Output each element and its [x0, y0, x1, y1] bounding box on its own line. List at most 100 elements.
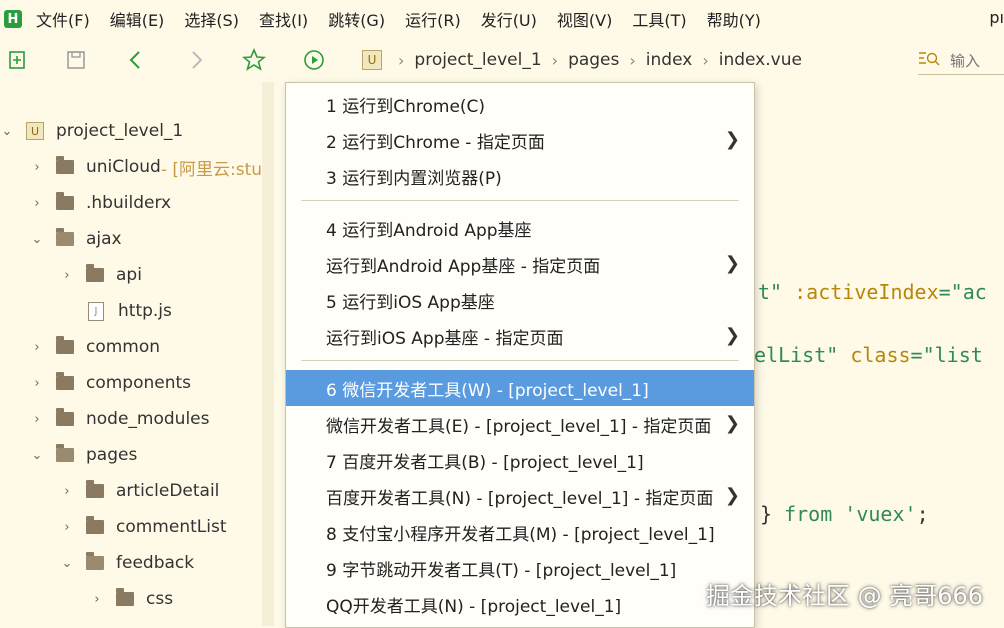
menu-item-alipay-devtools[interactable]: 8 支付宝小程序开发者工具(M) - [project_level_1] — [286, 514, 754, 550]
code-token: ="ac — [938, 280, 987, 304]
code-line: t" :activeIndex="ac — [758, 280, 987, 304]
menu-item-label: 8 支付宝小程序开发者工具(M) - [project_level_1] — [326, 524, 715, 545]
folder-icon — [56, 336, 74, 354]
tree-item-project[interactable]: ⌄ U project_level_1 — [0, 114, 262, 148]
folder-open-icon — [56, 228, 74, 246]
folder-icon — [116, 588, 134, 606]
tree-item-unicloud[interactable]: › uniCloud - [阿里云:stu — [0, 150, 292, 184]
menu-help[interactable]: 帮助(Y) — [707, 7, 761, 31]
menu-item-baidu-devtools-page[interactable]: 百度开发者工具(N) - [project_level_1] - 指定页面 ❯ — [286, 478, 754, 514]
menu-item-label: 运行到Android App基座 - 指定页面 — [326, 256, 601, 277]
project-icon: U — [26, 122, 44, 140]
app-logo-icon: H — [4, 10, 22, 28]
tree-item-ajax[interactable]: ⌄ ajax — [0, 222, 292, 256]
menu-item-qq-devtools[interactable]: QQ开发者工具(N) - [project_level_1] — [286, 586, 754, 622]
code-token: } — [760, 502, 785, 526]
menu-view[interactable]: 视图(V) — [557, 7, 612, 31]
menu-item-run-ios-page[interactable]: 运行到iOS App基座 - 指定页面 ❯ — [286, 318, 754, 354]
folder-icon — [56, 408, 74, 426]
sidebar-scrollbar[interactable] — [262, 82, 274, 626]
menu-item-wechat-devtools[interactable]: 6 微信开发者工具(W) - [project_level_1] — [286, 370, 754, 406]
tree-item-label: commentList — [116, 517, 227, 537]
menu-edit[interactable]: 编辑(E) — [110, 7, 165, 31]
menu-item-run-ios[interactable]: 5 运行到iOS App基座 — [286, 282, 754, 318]
menu-item-label: 7 百度开发者工具(B) - [project_level_1] — [326, 452, 644, 473]
chevron-right-icon[interactable]: › — [60, 484, 74, 499]
menu-item-run-chrome[interactable]: 1 运行到Chrome(C) — [286, 86, 754, 122]
chevron-right-icon[interactable]: › — [30, 196, 44, 211]
menu-run[interactable]: 运行(R) — [405, 7, 461, 31]
tree-item-pages[interactable]: ⌄ pages — [0, 438, 292, 472]
menu-item-label: 5 运行到iOS App基座 — [326, 292, 495, 313]
search-input[interactable] — [948, 51, 1002, 71]
chevron-right-icon: › — [398, 50, 405, 70]
chevron-down-icon[interactable]: ⌄ — [60, 556, 74, 571]
chevron-right-icon[interactable]: › — [60, 268, 74, 283]
run-icon[interactable] — [302, 48, 326, 72]
menu-item-wechat-devtools-page[interactable]: 微信开发者工具(E) - [project_level_1] - 指定页面 ❯ — [286, 406, 754, 442]
tree-item-common[interactable]: › common — [0, 330, 292, 364]
new-file-icon[interactable] — [6, 48, 30, 72]
chevron-right-icon[interactable]: › — [30, 412, 44, 427]
breadcrumb-pages[interactable]: pages — [568, 50, 619, 70]
chevron-down-icon[interactable]: ⌄ — [30, 232, 44, 247]
chevron-right-icon: › — [702, 50, 709, 70]
chevron-right-icon[interactable]: › — [30, 340, 44, 355]
menu-publish[interactable]: 发行(U) — [481, 7, 537, 31]
folder-open-icon — [56, 444, 74, 462]
code-token: ="list — [910, 343, 983, 367]
code-token: t" — [758, 280, 783, 304]
menu-item-baidu-devtools[interactable]: 7 百度开发者工具(B) - [project_level_1] — [286, 442, 754, 478]
js-file-icon: J — [88, 301, 104, 321]
menu-item-label: QQ开发者工具(N) - [project_level_1] — [326, 596, 622, 617]
breadcrumb-index[interactable]: index — [646, 50, 693, 70]
menu-item-run-android[interactable]: 4 运行到Android App基座 — [286, 210, 754, 246]
tree-item-label: node_modules — [86, 409, 210, 429]
breadcrumb-file[interactable]: index.vue — [719, 50, 802, 70]
star-icon[interactable] — [242, 48, 266, 72]
menu-item-run-chrome-page[interactable]: 2 运行到Chrome - 指定页面 ❯ — [286, 122, 754, 158]
chevron-right-icon[interactable]: › — [90, 592, 104, 607]
menu-item-run-builtin-browser[interactable]: 3 运行到内置浏览器(P) — [286, 158, 754, 194]
menu-item-bytedance-devtools[interactable]: 9 字节跳动开发者工具(T) - [project_level_1] — [286, 550, 754, 586]
chevron-right-icon[interactable]: › — [30, 376, 44, 391]
submenu-arrow-icon: ❯ — [724, 129, 740, 150]
tree-item-hbuilderx[interactable]: › .hbuilderx — [0, 186, 292, 220]
menu-find[interactable]: 查找(I) — [259, 7, 308, 31]
code-line: elList" class="list — [754, 343, 983, 367]
chevron-down-icon[interactable]: ⌄ — [30, 448, 44, 463]
chevron-down-icon[interactable]: ⌄ — [0, 124, 14, 139]
code-token: class — [838, 343, 911, 367]
menu-tools[interactable]: 工具(T) — [632, 7, 686, 31]
code-token: :activeIndex — [782, 280, 939, 304]
menu-goto[interactable]: 跳转(G) — [328, 7, 385, 31]
forward-icon[interactable] — [184, 48, 208, 72]
code-line: } from 'vuex'; — [760, 502, 929, 526]
menu-item-label: 4 运行到Android App基座 — [326, 220, 532, 241]
save-icon[interactable] — [64, 48, 88, 72]
back-icon[interactable] — [124, 48, 148, 72]
menu-item-label: 1 运行到Chrome(C) — [326, 96, 486, 117]
menu-item-label: 运行到iOS App基座 - 指定页面 — [326, 328, 564, 349]
chevron-right-icon: › — [629, 50, 636, 70]
folder-icon — [86, 264, 104, 282]
tree-item-node-modules[interactable]: › node_modules — [0, 402, 292, 436]
code-token: 'vuex' — [832, 502, 917, 526]
menu-select[interactable]: 选择(S) — [184, 7, 239, 31]
breadcrumb-project[interactable]: project_level_1 — [414, 50, 541, 70]
project-icon: U — [362, 50, 382, 70]
chevron-right-icon[interactable]: › — [60, 520, 74, 535]
code-token: ; — [916, 502, 929, 526]
menu-file[interactable]: 文件(F) — [36, 7, 90, 31]
tree-item-components[interactable]: › components — [0, 366, 292, 400]
tree-item-label: project_level_1 — [56, 121, 184, 141]
menu-item-label: 3 运行到内置浏览器(P) — [326, 168, 502, 189]
run-context-menu: 1 运行到Chrome(C) 2 运行到Chrome - 指定页面 ❯ 3 运行到… — [285, 82, 755, 628]
chevron-right-icon[interactable]: › — [30, 160, 44, 175]
folder-icon — [86, 516, 104, 534]
menu-item-run-android-page[interactable]: 运行到Android App基座 - 指定页面 ❯ — [286, 246, 754, 282]
tree-item-label: ajax — [86, 229, 122, 249]
title-stub: pı — [989, 8, 1004, 27]
tree-item-label: components — [86, 373, 192, 393]
toolbar: U › project_level_1 › pages › index › in… — [0, 38, 1004, 83]
